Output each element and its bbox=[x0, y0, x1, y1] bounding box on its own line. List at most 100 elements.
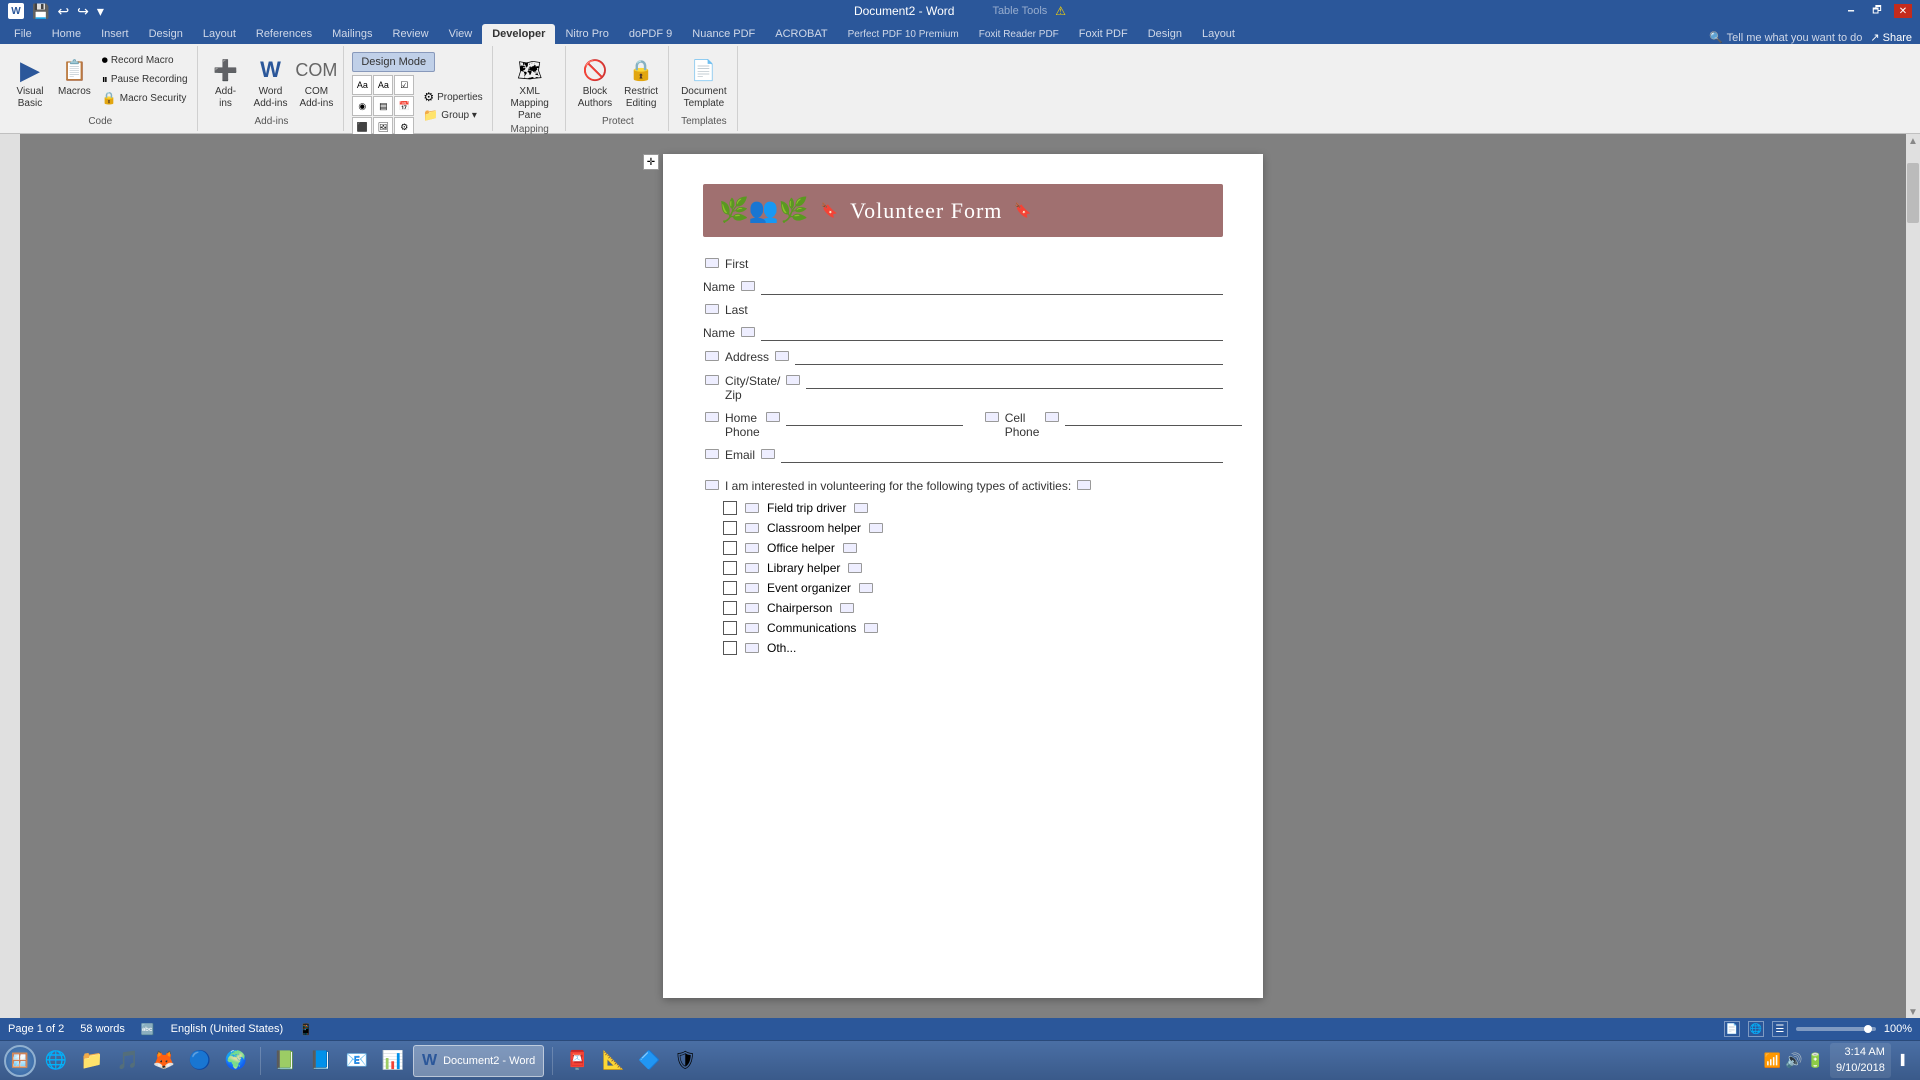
taskbar-word-app[interactable]: W Document2 - Word bbox=[413, 1045, 544, 1077]
activity-checkbox-6[interactable] bbox=[723, 601, 737, 615]
home-phone-input[interactable] bbox=[786, 410, 963, 426]
taskbar-powerpoint[interactable]: 📊 bbox=[377, 1045, 409, 1077]
taskbar-security[interactable]: 🛡 bbox=[669, 1045, 701, 1077]
act-cc-7[interactable] bbox=[745, 623, 759, 633]
close-button[interactable]: ✕ bbox=[1894, 4, 1912, 18]
save-button[interactable]: 💾 bbox=[30, 1, 51, 22]
com-addins-button[interactable]: COM COMAdd-ins bbox=[295, 52, 337, 112]
group-button[interactable]: 📁 Group ▾ bbox=[420, 107, 485, 123]
cell-phone-cc[interactable] bbox=[1045, 412, 1059, 422]
document-template-button[interactable]: 📄 DocumentTemplate bbox=[677, 52, 731, 112]
city-state-zip-input[interactable] bbox=[806, 373, 1223, 389]
taskbar-onenote[interactable]: 📘 bbox=[305, 1045, 337, 1077]
tab-design[interactable]: Design bbox=[139, 24, 193, 44]
outline-view-button[interactable]: ☰ bbox=[1772, 1021, 1788, 1037]
minimize-button[interactable]: 🗕 bbox=[1842, 4, 1860, 18]
tab-foxit-pdf[interactable]: Foxit PDF bbox=[1069, 24, 1138, 44]
act-end-cc-5[interactable] bbox=[859, 583, 873, 593]
home-cc[interactable] bbox=[705, 412, 719, 422]
tray-battery[interactable]: 🔋 bbox=[1807, 1052, 1824, 1069]
city-cc[interactable] bbox=[705, 375, 719, 385]
email-cc[interactable] bbox=[705, 449, 719, 459]
redo-button[interactable]: ↪ bbox=[75, 1, 91, 22]
first-name-cc[interactable] bbox=[705, 258, 719, 268]
word-addins-button[interactable]: W WordAdd-ins bbox=[250, 52, 292, 112]
tab-perfect-pdf[interactable]: Perfect PDF 10 Premium bbox=[838, 24, 969, 44]
document-scroll-area[interactable]: ✛ 🌿👥🌿 🔖 Volunteer Form 🔖 First Name bbox=[20, 134, 1906, 1018]
tab-dopdf[interactable]: doPDF 9 bbox=[619, 24, 682, 44]
last-name-cc[interactable] bbox=[705, 304, 719, 314]
act-end-cc-4[interactable] bbox=[848, 563, 862, 573]
email-field-cc[interactable] bbox=[761, 449, 775, 459]
zoom-level[interactable]: 100% bbox=[1884, 1023, 1912, 1035]
tab-acrobat[interactable]: ACROBAT bbox=[765, 24, 837, 44]
macro-security-button[interactable]: 🔒 Macro Security bbox=[99, 90, 191, 106]
tab-review[interactable]: Review bbox=[383, 24, 439, 44]
act-end-cc-6[interactable] bbox=[840, 603, 854, 613]
ctrl-icon-3[interactable]: ☑ bbox=[394, 75, 414, 95]
cell-phone-input[interactable] bbox=[1065, 410, 1242, 426]
table-move-handle[interactable]: ✛ bbox=[643, 154, 659, 170]
taskbar-visio[interactable]: 📐 bbox=[597, 1045, 629, 1077]
xml-mapping-button[interactable]: 🗺 XML MappingPane bbox=[501, 52, 559, 124]
taskbar-explorer[interactable]: 📁 bbox=[76, 1045, 108, 1077]
email-input[interactable] bbox=[781, 447, 1223, 463]
activity-checkbox-8[interactable] bbox=[723, 641, 737, 655]
act-cc-5[interactable] bbox=[745, 583, 759, 593]
start-button[interactable]: 🪟 bbox=[4, 1045, 36, 1077]
tab-insert[interactable]: Insert bbox=[91, 24, 139, 44]
tab-tabletools-design[interactable]: Design bbox=[1138, 24, 1192, 44]
taskbar-ie[interactable]: 🌐 bbox=[40, 1045, 72, 1077]
act-end-cc-3[interactable] bbox=[843, 543, 857, 553]
web-view-button[interactable]: 🌐 bbox=[1748, 1021, 1764, 1037]
customize-qa-button[interactable]: ▾ bbox=[95, 1, 106, 22]
taskbar-mail[interactable]: 📮 bbox=[561, 1045, 593, 1077]
activity-checkbox-4[interactable] bbox=[723, 561, 737, 575]
restore-button[interactable]: 🗗 bbox=[1868, 4, 1886, 18]
interest-cc[interactable] bbox=[705, 480, 719, 490]
home-phone-cc[interactable] bbox=[766, 412, 780, 422]
activity-checkbox-5[interactable] bbox=[723, 581, 737, 595]
tray-network[interactable]: 📶 bbox=[1764, 1052, 1781, 1069]
act-cc-3[interactable] bbox=[745, 543, 759, 553]
tab-view[interactable]: View bbox=[439, 24, 483, 44]
zoom-slider[interactable] bbox=[1796, 1027, 1876, 1031]
last-name-input[interactable] bbox=[761, 325, 1223, 341]
cell-cc[interactable] bbox=[985, 412, 999, 422]
ctrl-icon-6[interactable]: 📅 bbox=[394, 96, 414, 116]
act-cc-2[interactable] bbox=[745, 523, 759, 533]
tab-references[interactable]: References bbox=[246, 24, 322, 44]
print-view-button[interactable]: 📄 bbox=[1724, 1021, 1740, 1037]
record-macro-button[interactable]: ⏺ Record Macro bbox=[99, 52, 191, 69]
tab-home[interactable]: Home bbox=[42, 24, 91, 44]
taskbar-app1[interactable]: 🔷 bbox=[633, 1045, 665, 1077]
design-mode-button[interactable]: Design Mode bbox=[352, 52, 435, 72]
macros-button[interactable]: 📋 Macros bbox=[54, 52, 95, 100]
ctrl-icon-5[interactable]: ▤ bbox=[373, 96, 393, 116]
block-authors-button[interactable]: 🚫 BlockAuthors bbox=[574, 52, 616, 112]
visual-basic-button[interactable]: ▶ VisualBasic bbox=[10, 52, 50, 112]
vertical-scrollbar[interactable]: ▲ ▼ bbox=[1906, 134, 1920, 1018]
taskbar-excel[interactable]: 📗 bbox=[269, 1045, 301, 1077]
act-end-cc-1[interactable] bbox=[854, 503, 868, 513]
act-cc-8[interactable] bbox=[745, 643, 759, 653]
language-indicator[interactable]: English (United States) bbox=[171, 1023, 284, 1035]
taskbar-media[interactable]: 🎵 bbox=[112, 1045, 144, 1077]
scroll-down-arrow[interactable]: ▼ bbox=[1908, 1007, 1918, 1018]
tab-nuance[interactable]: Nuance PDF bbox=[682, 24, 765, 44]
interest-end-cc[interactable] bbox=[1077, 480, 1091, 490]
taskbar-globe[interactable]: 🌍 bbox=[220, 1045, 252, 1077]
activity-checkbox-7[interactable] bbox=[723, 621, 737, 635]
zoom-thumb[interactable] bbox=[1864, 1025, 1872, 1033]
ctrl-icon-2[interactable]: Aa bbox=[373, 75, 393, 95]
tab-nitro[interactable]: Nitro Pro bbox=[555, 24, 618, 44]
first-name-field-cc[interactable] bbox=[741, 281, 755, 291]
scrollbar-thumb[interactable] bbox=[1907, 163, 1919, 223]
undo-button[interactable]: ↩ bbox=[55, 1, 71, 22]
tab-foxit-reader[interactable]: Foxit Reader PDF bbox=[969, 24, 1069, 44]
tab-mailings[interactable]: Mailings bbox=[322, 24, 382, 44]
act-cc-1[interactable] bbox=[745, 503, 759, 513]
zip-cc[interactable] bbox=[786, 375, 800, 385]
taskbar-chrome[interactable]: 🔵 bbox=[184, 1045, 216, 1077]
tab-tabletools-layout[interactable]: Layout bbox=[1192, 24, 1245, 44]
